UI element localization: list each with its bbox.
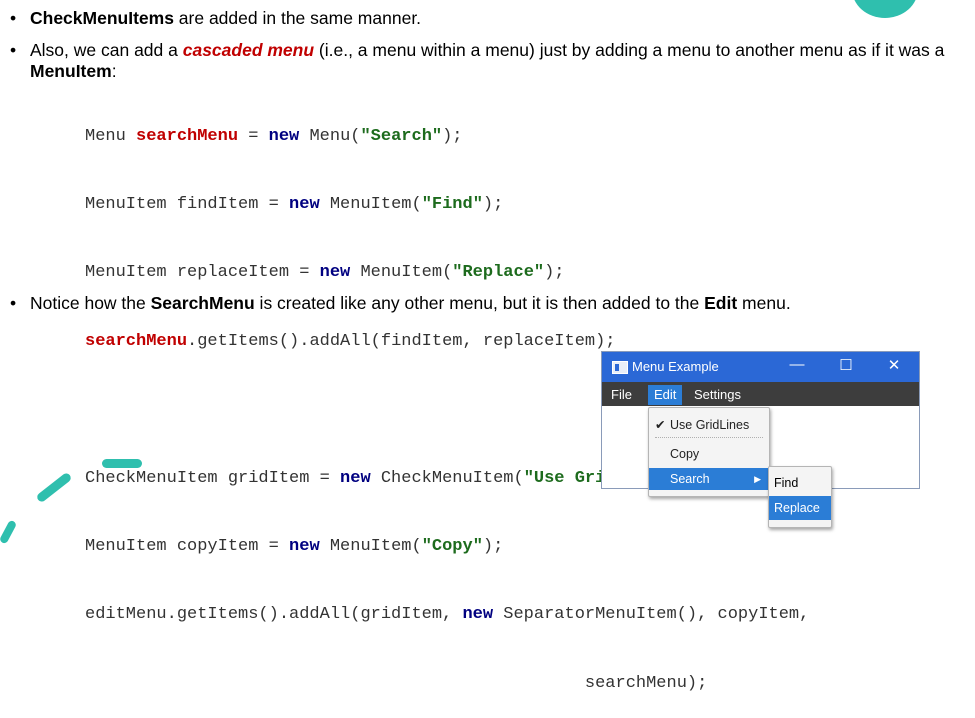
text-span: menu.: [737, 293, 791, 313]
code-keyword: new: [319, 263, 351, 283]
submenu-arrow-icon: ▶: [754, 474, 761, 484]
code-token: MenuItem(: [350, 263, 453, 283]
code-string: "Search": [360, 126, 443, 146]
text-span: Notice how the: [30, 293, 151, 313]
code-token: Menu(: [299, 126, 361, 146]
bold-term: SearchMenu: [150, 293, 255, 313]
text-span: Also, we can add a: [30, 40, 183, 60]
bullet-text: Also, we can add a cascaded menu (i.e., …: [30, 40, 965, 82]
menu-item-copy[interactable]: Copy: [649, 443, 769, 465]
window-titlebar: Menu Example — ☐ ✕: [602, 352, 919, 382]
code-keyword: new: [268, 126, 300, 146]
code-line: searchMenu);: [85, 673, 809, 696]
bullet-text: Notice how the SearchMenu is created lik…: [30, 293, 791, 314]
code-token: MenuItem findItem =: [85, 194, 290, 214]
code-identifier: searchMenu: [85, 331, 188, 351]
code-line: editMenu.getItems().addAll(gridItem, new…: [85, 604, 809, 627]
menu-item-use-gridlines[interactable]: ✔ Use GridLines: [649, 414, 769, 436]
code-line: MenuItem copyItem = new MenuItem("Copy")…: [85, 536, 809, 559]
code-token: MenuItem replaceItem =: [85, 263, 320, 283]
bullet-text: CheckMenuItems are added in the same man…: [30, 8, 421, 29]
menu-settings[interactable]: Settings: [688, 385, 747, 405]
code-line: MenuItem replaceItem = new MenuItem("Rep…: [85, 262, 809, 285]
bold-term: Edit: [704, 293, 738, 313]
code-token: =: [238, 126, 269, 146]
code-keyword: new: [462, 605, 494, 625]
code-keyword: new: [289, 536, 320, 556]
edit-dropdown-menu: ✔ Use GridLines Copy Search ▶: [648, 407, 770, 497]
menu-item-label: Replace: [774, 501, 820, 515]
menu-item-label: Find: [774, 476, 799, 490]
menu-separator: [655, 437, 763, 438]
menu-item-label: Copy: [670, 447, 700, 461]
bold-term: CheckMenuItems: [30, 8, 174, 28]
app-window-icon: [612, 361, 628, 374]
menu-item-label: Use GridLines: [670, 418, 750, 432]
text-span: :: [111, 61, 117, 81]
menu-item-replace[interactable]: Replace: [769, 496, 831, 520]
menu-edit[interactable]: Edit: [648, 385, 683, 405]
code-keyword: new: [289, 194, 320, 214]
code-string: "Find": [421, 194, 483, 214]
code-token: MenuItem copyItem =: [85, 536, 290, 556]
code-token: MenuItem(: [319, 194, 422, 214]
code-token: editMenu.getItems().addAll(gridItem,: [85, 605, 463, 625]
code-line: Menu searchMenu = new Menu("Search");: [85, 126, 809, 149]
code-keyword: new: [340, 468, 371, 488]
menu-file[interactable]: File: [605, 385, 638, 405]
decorative-dash: [0, 519, 18, 545]
bold-term: MenuItem: [30, 61, 112, 81]
code-token: );: [442, 126, 463, 146]
menu-bar: File Edit Settings: [602, 382, 919, 406]
code-string: "Replace": [452, 263, 545, 283]
bullet-dot: •: [10, 8, 17, 28]
code-token: );: [482, 194, 504, 214]
code-token: Menu: [85, 126, 137, 146]
menu-item-search[interactable]: Search ▶: [649, 468, 769, 490]
text-span: (i.e., a menu within a menu) just by add…: [314, 40, 945, 60]
code-token: MenuItem(: [319, 536, 422, 556]
maximize-button[interactable]: ☐: [834, 356, 858, 374]
code-token: );: [482, 536, 504, 556]
code-token: .getItems().addAll(findItem, replaceItem…: [187, 331, 616, 351]
bullet-dot: •: [10, 40, 17, 60]
code-token: CheckMenuItem gridItem =: [85, 468, 341, 488]
search-submenu: Find Replace: [768, 466, 832, 528]
text-span: is created like any other menu, but it i…: [254, 293, 705, 313]
window-title: Menu Example: [632, 359, 719, 374]
code-line: MenuItem findItem = new MenuItem("Find")…: [85, 194, 809, 217]
decorative-dash: [35, 471, 73, 504]
code-identifier: searchMenu: [136, 126, 239, 146]
close-button[interactable]: ✕: [882, 356, 906, 374]
text-span: are added in the same manner.: [173, 8, 422, 28]
minimize-button[interactable]: —: [785, 356, 809, 373]
decorative-circle: [852, 0, 918, 18]
menu-item-label: Search: [670, 472, 710, 486]
code-string: "Copy": [421, 536, 483, 556]
bullet-dot: •: [10, 293, 17, 313]
code-token: searchMenu);: [85, 673, 708, 693]
menu-item-find[interactable]: Find: [769, 471, 831, 495]
code-token: SeparatorMenuItem(), copyItem,: [493, 605, 810, 625]
emphasis-term: cascaded menu: [182, 40, 315, 60]
code-token: );: [544, 263, 565, 283]
code-token: CheckMenuItem(: [370, 468, 524, 488]
check-icon: ✔: [655, 418, 666, 432]
